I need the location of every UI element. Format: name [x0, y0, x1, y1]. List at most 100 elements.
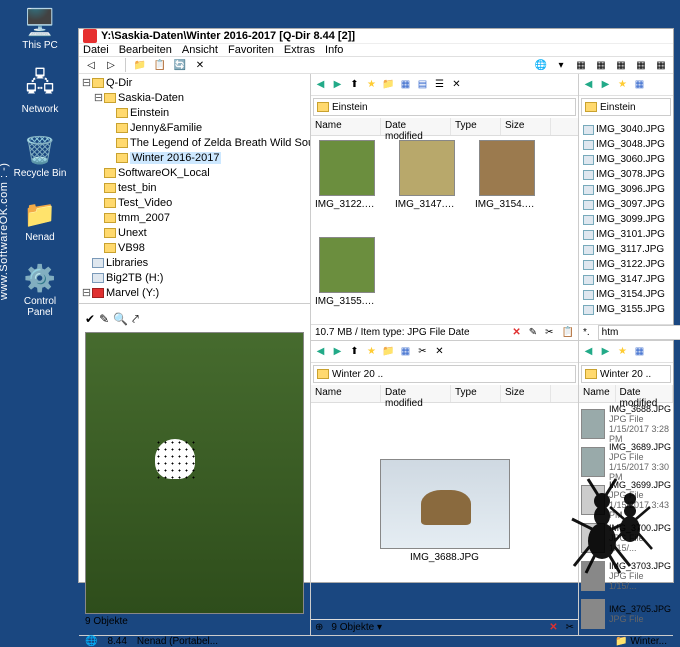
list-item[interactable]: IMG_3097.JPG — [583, 197, 669, 212]
newfolder-icon[interactable]: 📁 — [132, 57, 148, 73]
grid5-icon[interactable]: ▦ — [653, 57, 669, 73]
list-item[interactable]: IMG_3155.JPG — [583, 302, 669, 317]
tree-item[interactable]: Einstein — [81, 106, 308, 121]
grid3-icon[interactable]: ▦ — [613, 57, 629, 73]
list-item[interactable]: IMG_3078.JPG — [583, 167, 669, 182]
tree-item[interactable]: ⊟Q-Dir — [81, 76, 308, 91]
send-icon[interactable]: ⤤ — [132, 312, 139, 327]
file-list[interactable]: IMG_3040.JPGIMG_3048.JPGIMG_3060.JPGIMG_… — [579, 118, 673, 324]
file-thumb[interactable]: IMG_3688.JPG — [375, 459, 515, 563]
layout-icon[interactable]: ▾ — [553, 57, 569, 73]
tree-item[interactable]: Winter 2016-2017 — [81, 151, 308, 166]
globe-icon[interactable]: 🌐 — [533, 57, 549, 73]
check-icon[interactable]: ✔ — [85, 312, 95, 326]
list-item[interactable]: IMG_3101.JPG — [583, 227, 669, 242]
view-icon[interactable]: ▦ — [632, 344, 647, 359]
breadcrumb[interactable]: Einstein — [313, 98, 576, 116]
view-icon[interactable]: ▦ — [398, 344, 413, 359]
list-item[interactable]: IMG_3060.JPG — [583, 152, 669, 167]
copy-icon[interactable]: 📋 — [152, 57, 168, 73]
tree-item[interactable]: ⊟Saskia-Daten — [81, 91, 308, 106]
titlebar[interactable]: Y:\Saskia-Daten\Winter 2016-2017 [Q-Dir … — [79, 29, 673, 44]
desktop-icon[interactable]: 🖧 Network — [10, 70, 70, 115]
desktop-icon[interactable]: 🖥️ This PC — [10, 6, 70, 51]
file-thumb[interactable]: IMG_3122.JPG — [315, 140, 379, 223]
grid2-icon[interactable]: ▦ — [593, 57, 609, 73]
tree-item[interactable]: The Legend of Zelda Breath Wild Sound — [81, 136, 308, 151]
tree-item[interactable]: VB98 — [81, 241, 308, 256]
view-icon[interactable]: ▦ — [398, 77, 413, 92]
desktop-icon[interactable]: 🗑️ Recycle Bin — [10, 134, 70, 179]
file-thumb[interactable]: IMG_3155.JPG — [315, 237, 379, 320]
star-icon[interactable]: ★ — [615, 344, 630, 359]
file-area[interactable]: IMG_3688.JPG — [311, 403, 578, 619]
menu-datei[interactable]: Datei — [83, 44, 109, 56]
column-headers[interactable]: Name Date modified — [579, 385, 673, 403]
paste-icon[interactable]: 📋 — [562, 327, 574, 338]
folder-icon[interactable]: 📁 — [381, 344, 396, 359]
menu-info[interactable]: Info — [325, 44, 343, 56]
tree-item[interactable]: test_bin — [81, 181, 308, 196]
list-item[interactable]: IMG_3147.JPG — [583, 272, 669, 287]
menu-extras[interactable]: Extras — [284, 44, 315, 56]
grid-icon[interactable]: ▦ — [573, 57, 589, 73]
ext-filter-input[interactable] — [598, 325, 680, 340]
back-icon[interactable]: ◀ — [313, 344, 328, 359]
refresh-icon[interactable]: 🔄 — [172, 57, 188, 73]
desktop-icon[interactable]: ⚙️ Control Panel — [10, 262, 70, 318]
tree-item[interactable]: tmm_2007 — [81, 211, 308, 226]
fwd-icon[interactable]: ▶ — [330, 77, 345, 92]
star-icon[interactable]: ★ — [364, 77, 379, 92]
list-item[interactable]: IMG_3688.JPGJPG File1/15/2017 3:28 PM — [581, 405, 671, 443]
list-item[interactable]: IMG_3117.JPG — [583, 242, 669, 257]
desktop-icon[interactable]: 📁 Nenad — [10, 198, 70, 243]
menu-bearbeiten[interactable]: Bearbeiten — [119, 44, 172, 56]
list-item[interactable]: IMG_3048.JPG — [583, 137, 669, 152]
file-thumb[interactable]: IMG_3154.JPG — [475, 140, 539, 223]
grid4-icon[interactable]: ▦ — [633, 57, 649, 73]
back-icon[interactable]: ◁ — [83, 57, 99, 73]
breadcrumb[interactable]: Winter 20 .. — [313, 365, 576, 383]
preview-image[interactable] — [85, 332, 304, 614]
list-item[interactable]: IMG_3705.JPGJPG File — [581, 595, 671, 633]
star-icon[interactable]: ★ — [615, 77, 630, 92]
brush-icon[interactable]: ✎ — [99, 312, 109, 326]
cut-icon[interactable]: ✂ — [545, 327, 553, 338]
list-item[interactable]: IMG_3122.JPG — [583, 257, 669, 272]
tree-item[interactable]: Big2TB (H:) — [81, 271, 308, 286]
tree-item[interactable]: ⊟Marvel (Y:) — [81, 286, 308, 301]
column-headers[interactable]: Name Date modified Type Size — [311, 385, 578, 403]
fwd-icon[interactable]: ▶ — [330, 344, 345, 359]
list-item[interactable]: IMG_3040.JPG — [583, 122, 669, 137]
tree-item[interactable]: SoftwareOK_Local — [81, 166, 308, 181]
folder-tree[interactable]: ⊟Q-Dir⊟Saskia-DatenEinsteinJenny&Familie… — [79, 74, 310, 304]
cut-icon[interactable]: ✂ — [415, 344, 430, 359]
view3-icon[interactable]: ☰ — [432, 77, 447, 92]
tree-item[interactable]: Libraries — [81, 256, 308, 271]
back-icon[interactable]: ◀ — [313, 77, 328, 92]
menu-favoriten[interactable]: Favoriten — [228, 44, 274, 56]
column-headers[interactable]: Name Date modified Type Size — [311, 118, 578, 136]
cut-icon[interactable]: ✂ — [566, 622, 574, 633]
close-icon[interactable]: ✕ — [449, 77, 464, 92]
close-icon[interactable]: ✕ — [549, 622, 557, 633]
file-thumb[interactable]: IMG_3147.JPG — [395, 140, 459, 223]
list-item[interactable]: IMG_3154.JPG — [583, 287, 669, 302]
tree-item[interactable]: Jenny&Familie — [81, 121, 308, 136]
back-icon[interactable]: ◀ — [581, 77, 596, 92]
close-icon[interactable]: ✕ — [432, 344, 447, 359]
fwd-icon[interactable]: ▶ — [598, 344, 613, 359]
breadcrumb[interactable]: Winter 20 .. — [581, 365, 671, 383]
list-item[interactable]: IMG_3096.JPG — [583, 182, 669, 197]
view-icon[interactable]: ▦ — [632, 77, 647, 92]
list-item[interactable]: IMG_3099.JPG — [583, 212, 669, 227]
fwd-icon[interactable]: ▷ — [103, 57, 119, 73]
menu-ansicht[interactable]: Ansicht — [182, 44, 218, 56]
up-icon[interactable]: ⬆ — [347, 344, 362, 359]
edit-icon[interactable]: ✎ — [529, 327, 537, 338]
close-icon[interactable]: ✕ — [192, 57, 208, 73]
thumbnail-grid[interactable]: IMG_3122.JPGIMG_3147.JPGIMG_3154.JPG IMG_… — [311, 136, 578, 324]
star-icon[interactable]: ★ — [364, 344, 379, 359]
breadcrumb[interactable]: Einstein — [581, 98, 671, 116]
back-icon[interactable]: ◀ — [581, 344, 596, 359]
